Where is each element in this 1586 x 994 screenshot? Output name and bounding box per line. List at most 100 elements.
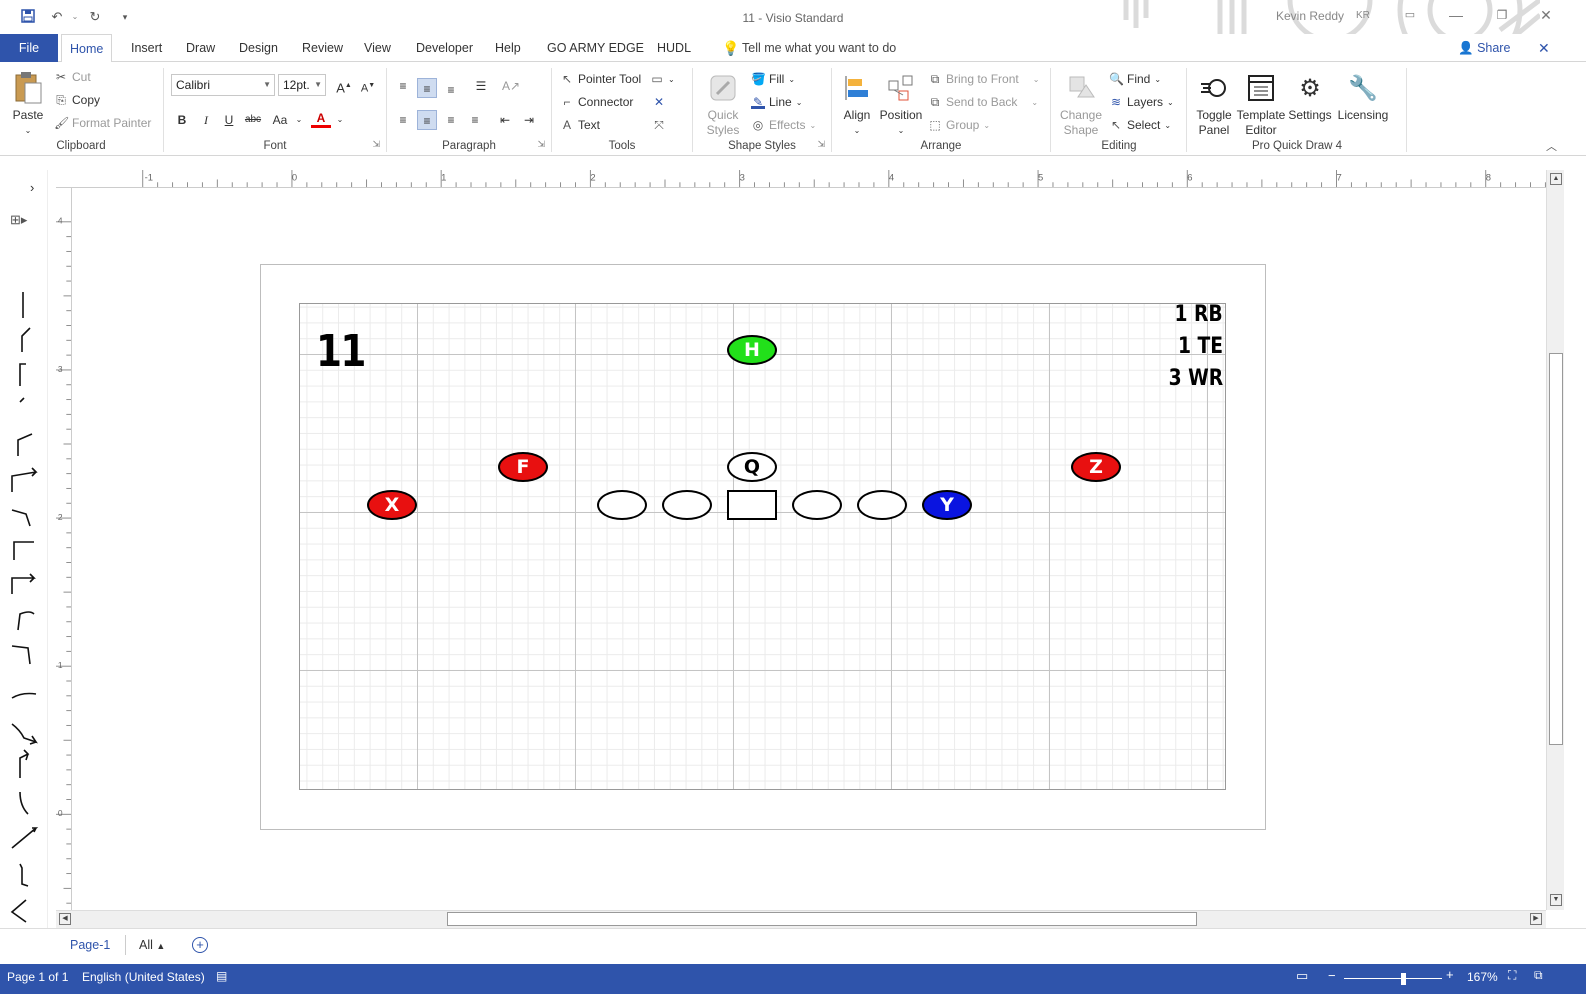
ribbon-display-icon[interactable]: ▭	[1396, 4, 1424, 26]
player-z[interactable]: Z	[1071, 452, 1121, 482]
dialog-launcher-icon[interactable]: ⇲	[537, 139, 545, 150]
bold-button[interactable]: B	[172, 110, 192, 130]
zoom-out-icon[interactable]: −	[1328, 968, 1336, 983]
quick-styles-button[interactable]: Quick Styles	[701, 70, 745, 138]
cut-button[interactable]: ✂ Cut	[54, 70, 91, 84]
connector-button[interactable]: ⌐ Connector	[560, 95, 633, 109]
tab-view[interactable]: View	[356, 34, 399, 62]
text-tool-button[interactable]: A Text	[560, 118, 600, 132]
tell-me-search[interactable]: Tell me what you want to do	[734, 34, 904, 62]
scroll-up-icon[interactable]: ▲	[1550, 173, 1562, 185]
minimize-icon[interactable]: —	[1442, 4, 1470, 26]
decrease-indent-icon[interactable]: ⇤	[495, 110, 515, 130]
route-shapes-list[interactable]	[6, 280, 42, 940]
user-avatar[interactable]: KR	[1356, 10, 1370, 21]
page-tab-page-1[interactable]: Page-1	[70, 938, 110, 952]
scroll-left-icon[interactable]: ◀	[59, 913, 71, 925]
licensing-button[interactable]: 🔧 Licensing	[1333, 70, 1393, 123]
find-button[interactable]: 🔍 Find ⌄	[1109, 72, 1161, 86]
paste-dropdown-icon[interactable]: ⌄	[8, 123, 48, 138]
layers-button[interactable]: ≋ Layers ⌄	[1109, 95, 1174, 109]
font-family-select[interactable]: Calibri ▼	[171, 74, 275, 96]
chevron-down-icon[interactable]: ⌄	[289, 110, 309, 130]
macro-icon[interactable]: ▤	[216, 969, 227, 983]
add-page-icon[interactable]: +	[192, 937, 208, 953]
align-top-icon[interactable]: ≡	[393, 76, 413, 96]
left-tackle[interactable]	[597, 490, 647, 520]
zoom-slider-thumb[interactable]	[1401, 973, 1406, 985]
personnel-te[interactable]: 1 TE	[1178, 334, 1223, 359]
tab-review[interactable]: Review	[294, 34, 351, 62]
tab-draw[interactable]: Draw	[178, 34, 223, 62]
dialog-launcher-icon[interactable]: ⇲	[817, 139, 825, 150]
fit-page-icon[interactable]: ⛶	[1508, 968, 1516, 983]
line-button[interactable]: ✎ Line ⌄	[751, 95, 802, 109]
send-to-back-button[interactable]: ⧉ Send to Back ⌄	[928, 95, 1038, 109]
position-button[interactable]: Position ⌄	[878, 70, 924, 138]
horizontal-scrollbar[interactable]: ◀ ▶	[56, 910, 1546, 928]
chevron-down-icon[interactable]: ⌄	[330, 110, 350, 130]
align-button[interactable]: Align ⌄	[838, 70, 876, 138]
font-color-button[interactable]: A	[311, 110, 331, 128]
bring-to-front-button[interactable]: ⧉ Bring to Front ⌄	[928, 72, 1040, 86]
formation-number[interactable]: 11	[316, 326, 366, 377]
align-left-icon[interactable]: ≡	[393, 110, 413, 130]
italic-button[interactable]: I	[196, 110, 216, 130]
vertical-scroll-thumb[interactable]	[1549, 353, 1563, 745]
font-size-select[interactable]: 12pt. ▼	[278, 74, 326, 96]
delete-connector-button[interactable]: ✕	[652, 95, 666, 109]
strikethrough-button[interactable]: abc	[243, 110, 263, 130]
tab-hudl[interactable]: HUDL	[649, 34, 699, 62]
language-info[interactable]: English (United States)	[82, 970, 205, 984]
personnel-wr[interactable]: 3 WR	[1168, 366, 1223, 391]
group-button[interactable]: ⬚ Group ⌄	[928, 118, 990, 132]
drawing-canvas[interactable]: 11 1 RB 1 TE 3 WR H F Q Z X Y	[72, 188, 1546, 910]
change-shape-button[interactable]: Change Shape	[1057, 70, 1105, 138]
all-pages-button[interactable]: All ▲	[139, 938, 165, 952]
rectangle-tool-button[interactable]: ▭ ⌄	[650, 72, 674, 86]
center[interactable]	[727, 490, 777, 520]
player-h[interactable]: H	[727, 335, 777, 365]
select-button[interactable]: ↖ Select ⌄	[1109, 118, 1171, 132]
scroll-right-icon[interactable]: ▶	[1530, 913, 1542, 925]
play-diagram[interactable]: 11 1 RB 1 TE 3 WR H F Q Z X Y	[299, 302, 1226, 790]
right-tackle[interactable]	[857, 490, 907, 520]
connection-point-button[interactable]: ⤧	[652, 118, 666, 132]
right-guard[interactable]	[792, 490, 842, 520]
dialog-launcher-icon[interactable]: ⇲	[372, 139, 380, 150]
player-q[interactable]: Q	[727, 452, 777, 482]
align-middle-icon[interactable]: ≡	[417, 78, 437, 98]
player-f[interactable]: F	[498, 452, 548, 482]
justify-icon[interactable]: ≡	[465, 110, 485, 130]
template-editor-button[interactable]: Template Editor	[1235, 70, 1287, 138]
expand-shapes-icon[interactable]: ›	[30, 180, 34, 195]
settings-button[interactable]: ⚙ Settings	[1287, 70, 1333, 123]
scroll-down-icon[interactable]: ▼	[1550, 894, 1562, 906]
copy-button[interactable]: ⎘ Copy	[54, 93, 100, 107]
align-right-icon[interactable]: ≡	[441, 110, 461, 130]
close-window-icon[interactable]: ✕	[1532, 4, 1560, 26]
toggle-panel-button[interactable]: Toggle Panel	[1191, 70, 1237, 138]
pointer-tool-button[interactable]: ↖ Pointer Tool	[560, 72, 641, 86]
left-guard[interactable]	[662, 490, 712, 520]
format-painter-button[interactable]: 🖌 Format Painter	[54, 116, 151, 130]
shrink-font-icon[interactable]: A▼	[358, 76, 378, 96]
effects-button[interactable]: ◎ Effects ⌄	[751, 118, 816, 132]
tab-design[interactable]: Design	[231, 34, 286, 62]
bullets-icon[interactable]: ☰	[471, 76, 491, 96]
increase-indent-icon[interactable]: ⇥	[519, 110, 539, 130]
tab-insert[interactable]: Insert	[123, 34, 170, 62]
close-doc-icon[interactable]: ✕	[1530, 34, 1558, 62]
restore-icon[interactable]: ❐	[1488, 4, 1516, 26]
align-center-icon[interactable]: ≡	[417, 110, 437, 130]
player-x[interactable]: X	[367, 490, 417, 520]
tab-go-army-edge[interactable]: GO ARMY EDGE	[539, 34, 652, 62]
stencil-menu-icon[interactable]: ⊞▸	[10, 212, 27, 228]
share-button[interactable]: 👤 Share	[1450, 34, 1518, 62]
drawing-page[interactable]: 11 1 RB 1 TE 3 WR H F Q Z X Y	[260, 264, 1266, 830]
switch-windows-icon[interactable]: ⧉	[1534, 968, 1543, 983]
collapse-ribbon-icon[interactable]: ︿	[1546, 138, 1557, 154]
text-direction-icon[interactable]: A↗	[501, 76, 521, 96]
tab-home[interactable]: Home	[61, 34, 113, 63]
align-bottom-icon[interactable]: ≡	[441, 80, 461, 100]
